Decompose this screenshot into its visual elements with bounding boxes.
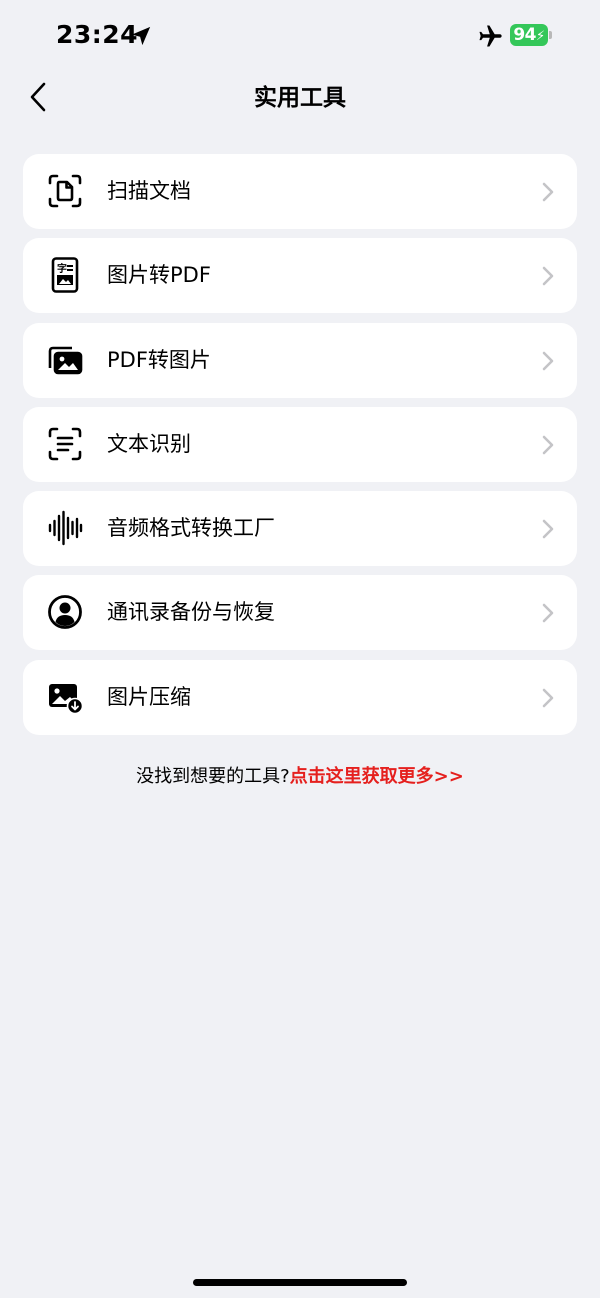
contact-backup-icon — [47, 594, 83, 630]
tool-item-image-compress[interactable]: 图片压缩 — [23, 659, 577, 735]
audio-waveform-icon — [47, 510, 83, 546]
tool-item-audio-converter[interactable]: 音频格式转换工厂 — [23, 491, 577, 567]
battery-percent: 94 — [513, 25, 537, 45]
tool-item-scan-document[interactable]: 扫描文档 — [23, 154, 577, 229]
tool-label: 音频格式转换工厂 — [107, 516, 275, 541]
home-indicator[interactable] — [193, 1279, 407, 1286]
status-bar: 23:24 94⚡ — [0, 0, 600, 72]
chevron-right-icon — [542, 351, 554, 370]
airplane-icon — [479, 25, 502, 47]
pdf-to-image-icon — [47, 342, 83, 378]
tool-label: 图片转PDF — [107, 263, 211, 288]
battery-indicator: 94⚡ — [510, 24, 552, 46]
tool-label: 文本识别 — [107, 431, 191, 456]
image-to-pdf-icon: 字 — [47, 257, 83, 294]
page-title: 实用工具 — [254, 85, 346, 111]
tool-item-contact-backup[interactable]: 通讯录备份与恢复 — [23, 575, 577, 651]
more-tools-link[interactable]: 点击这里获取更多>> — [290, 766, 464, 787]
status-time: 23:24 — [56, 20, 139, 49]
image-compress-icon — [47, 679, 83, 715]
location-arrow-icon — [131, 26, 151, 46]
tool-item-pdf-to-image[interactable]: PDF转图片 — [23, 322, 577, 398]
svg-text:字: 字 — [57, 262, 67, 275]
tool-item-image-to-pdf[interactable]: 字 图片转PDF — [23, 238, 577, 314]
chevron-right-icon — [542, 604, 554, 623]
tool-label: 扫描文档 — [107, 179, 191, 203]
chevron-right-icon — [542, 519, 554, 539]
tool-item-text-recognition[interactable]: 文本识别 — [23, 406, 577, 482]
footer-question: 没找到想要的工具? — [136, 766, 290, 787]
scan-document-icon — [47, 173, 83, 209]
tool-label: 通讯录备份与恢复 — [107, 600, 275, 625]
text-recognition-icon — [47, 426, 83, 462]
chevron-right-icon — [542, 688, 554, 708]
chevron-right-icon — [542, 266, 554, 286]
battery-nub — [549, 31, 552, 39]
footer-hint: 没找到想要的工具?点击这里获取更多>> — [0, 762, 600, 788]
chevron-right-icon — [542, 435, 554, 455]
tool-label: 图片压缩 — [107, 684, 191, 709]
tool-list: 扫描文档 字 图片转PDF PDF转图片 文本识别 音频格式转换工厂 通讯录备份… — [23, 154, 577, 744]
charging-bolt-icon: ⚡ — [536, 29, 545, 44]
nav-bar: 实用工具 — [0, 72, 600, 118]
battery-level: 94⚡ — [510, 24, 548, 46]
chevron-right-icon — [542, 182, 554, 202]
tool-label: PDF转图片 — [107, 347, 211, 372]
